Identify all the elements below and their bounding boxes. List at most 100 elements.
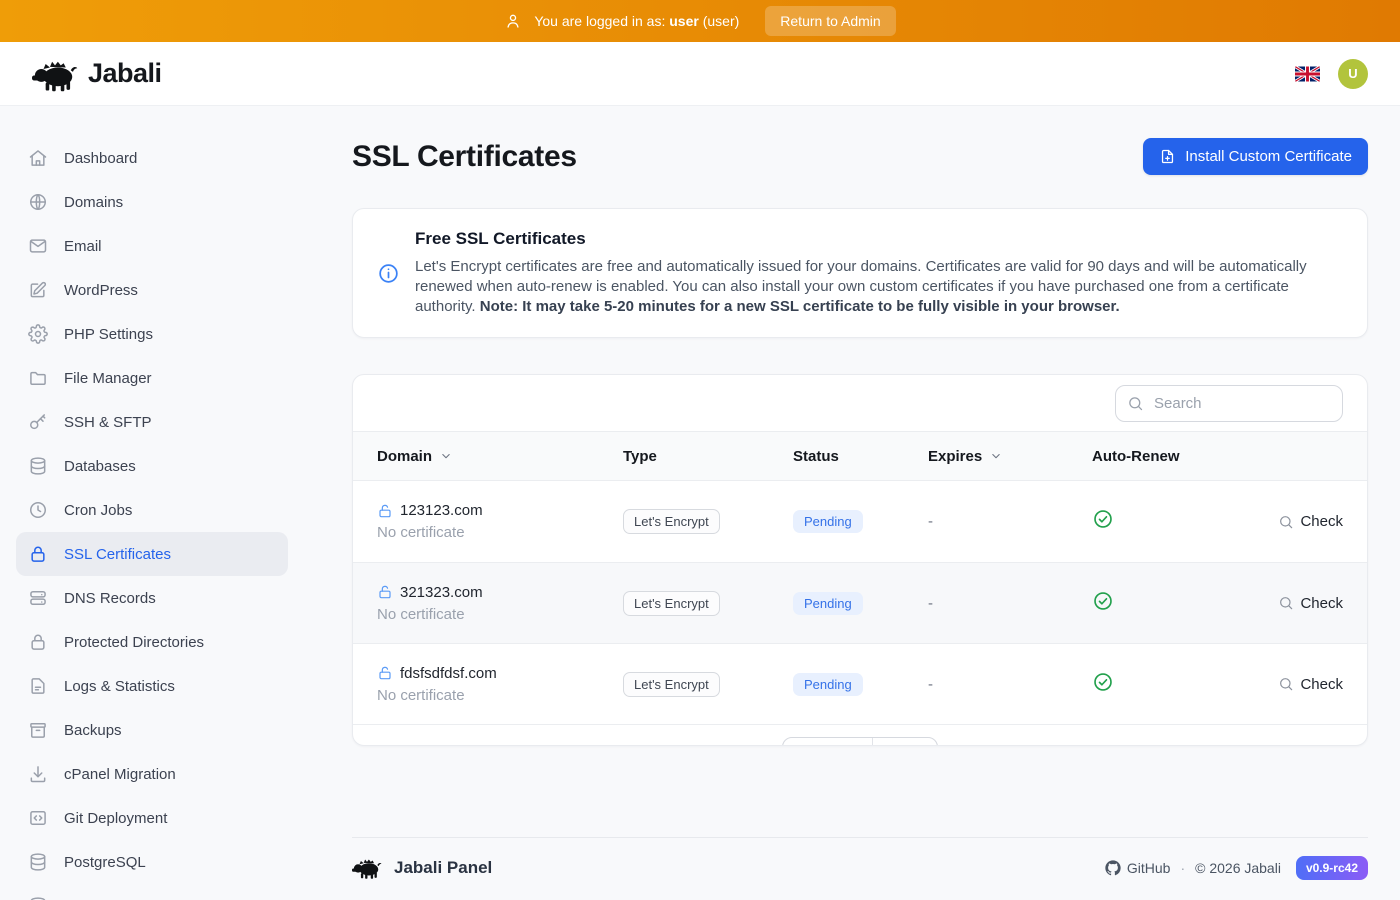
sidebar-item-label: Cron Jobs (64, 502, 132, 519)
sidebar-item-wordpress[interactable]: WordPress (16, 268, 288, 312)
domain-name[interactable]: fdsfsdfdsf.com (400, 665, 497, 682)
sidebar-item-backups[interactable]: Backups (16, 708, 288, 752)
sidebar-nav: Dashboard DomainsEmailWordPress PHP Settin… (0, 106, 320, 900)
language-flag-uk-icon[interactable] (1295, 66, 1320, 82)
check-circle-icon (1092, 590, 1114, 612)
sidebar-item-label: PostgreSQL (64, 854, 146, 871)
sidebar-item-ssl-certificates[interactable]: SSL Certificates (16, 532, 288, 576)
info-card: Free SSL Certificates Let's Encrypt cert… (352, 208, 1368, 338)
database-icon (28, 456, 48, 476)
per-page-select[interactable]: Per page 10 (782, 737, 938, 747)
sidebar-item-php-settings[interactable]: PHP Settings (16, 312, 288, 356)
github-link[interactable]: GitHub (1105, 860, 1171, 876)
edit-icon (28, 280, 48, 300)
column-label: Status (793, 448, 839, 465)
type-badge: Let's Encrypt (623, 591, 720, 616)
column-header-status: Status (793, 448, 928, 465)
database-icon (28, 852, 48, 872)
unlock-icon (377, 584, 393, 600)
page-title: SSL Certificates (352, 140, 577, 174)
github-icon (1105, 860, 1121, 876)
sidebar-item-cpanel-migration[interactable]: cPanel Migration (16, 752, 288, 796)
check-circle-icon (1092, 671, 1114, 693)
install-custom-certificate-button[interactable]: Install Custom Certificate (1143, 138, 1368, 175)
sidebar-item-label: File Manager (64, 370, 152, 387)
version-badge: v0.9-rc42 (1296, 856, 1368, 880)
search-input[interactable] (1115, 385, 1343, 422)
return-to-admin-button[interactable]: Return to Admin (765, 6, 895, 36)
info-card-title: Free SSL Certificates (415, 229, 1340, 249)
column-label: Expires (928, 448, 982, 465)
sidebar-item-label: PHP Settings (64, 326, 153, 343)
sidebar-item-file-manager[interactable]: File Manager (16, 356, 288, 400)
sidebar-item-protected-directories[interactable]: Protected Directories (16, 620, 288, 664)
type-badge: Let's Encrypt (623, 672, 720, 697)
impersonation-banner: You are logged in as: user (user) Return… (0, 0, 1400, 42)
per-page-label: Per page (783, 738, 873, 747)
sidebar-item-dns-records[interactable]: DNS Records (16, 576, 288, 620)
sidebar-item-dashboard[interactable]: Dashboard (16, 136, 288, 180)
sidebar-item-label: Backups (64, 722, 122, 739)
certificate-status-text: No certificate (377, 687, 623, 704)
domain-cell: 321323.com No certificate (377, 584, 623, 623)
unlock-icon (377, 665, 393, 681)
sidebar-item-cron-jobs[interactable]: Cron Jobs (16, 488, 288, 532)
gear-icon (28, 324, 48, 344)
column-header-expires[interactable]: Expires (928, 448, 1092, 465)
sidebar-item-ssh-sftp[interactable]: SSH & SFTP (16, 400, 288, 444)
column-header-auto-renew: Auto-Renew (1092, 448, 1253, 465)
domain-name[interactable]: 321323.com (400, 584, 483, 601)
search-icon (1127, 395, 1144, 412)
table-row: fdsfsdfdsf.com No certificateLet's Encryp… (353, 643, 1367, 724)
sidebar-item-postgresql[interactable]: PostgreSQL (16, 840, 288, 884)
sidebar-item-email[interactable]: Email (16, 224, 288, 268)
expires-value: - (928, 595, 1092, 612)
sidebar-item-logs-statistics[interactable]: Logs & Statistics (16, 664, 288, 708)
sidebar-item-label: Dashboard (64, 150, 137, 167)
column-label: Auto-Renew (1092, 448, 1180, 465)
table-body: 123123.comNo certificateLet's EncryptPen… (353, 481, 1367, 724)
status-badge: Pending (793, 510, 863, 533)
file-plus-icon (1159, 148, 1176, 165)
boar-logo-icon (352, 856, 382, 879)
user-icon (504, 12, 522, 30)
chevron-down-icon (989, 449, 1003, 463)
sidebar-item-label: Databases (64, 458, 136, 475)
certificate-status-text: No certificate (377, 606, 623, 623)
sidebar-item-label: DNS Records (64, 590, 156, 607)
folder-icon (28, 368, 48, 388)
sidebar-item-domains[interactable]: Domains (16, 180, 288, 224)
home-icon (28, 148, 48, 168)
column-header-type: Type (623, 448, 793, 465)
auto-renew-toggle[interactable] (1092, 508, 1253, 535)
boar-logo-icon (32, 56, 78, 92)
check-button[interactable]: Check (1278, 513, 1343, 530)
info-icon (377, 262, 400, 285)
check-circle-icon (1092, 508, 1114, 530)
domain-name[interactable]: 123123.com (400, 502, 483, 519)
auto-renew-toggle[interactable] (1092, 671, 1253, 698)
check-button[interactable]: Check (1278, 595, 1343, 612)
domain-cell: fdsfsdfdsf.com No certificate (377, 665, 623, 704)
banner-message: You are logged in as: user (user) (534, 13, 739, 29)
app-header: Jabali U (0, 42, 1400, 106)
table-row: 321323.comNo certificateLet's EncryptPen… (353, 562, 1367, 643)
user-avatar[interactable]: U (1338, 59, 1368, 89)
check-button[interactable]: Check (1278, 676, 1343, 693)
footer-separator: · (1180, 860, 1185, 876)
box-icon (28, 720, 48, 740)
sidebar-item-databases[interactable]: Databases (16, 444, 288, 488)
auto-renew-toggle[interactable] (1092, 590, 1253, 617)
certificates-table-card: DomainTypeStatus Expires Auto-Renew 123123… (352, 374, 1368, 746)
footer-brand-name: Jabali Panel (394, 858, 492, 878)
domain-cell: 123123.comNo certificate (377, 502, 623, 541)
sidebar-item-git-deployment[interactable]: Git Deployment (16, 796, 288, 840)
globe-icon (28, 192, 48, 212)
column-header-domain[interactable]: Domain (377, 448, 623, 465)
code-icon (28, 808, 48, 828)
info-card-body: Let's Encrypt certificates are free and … (415, 257, 1340, 317)
brand-logo[interactable]: Jabali (32, 56, 162, 92)
sidebar-item-partial[interactable] (16, 884, 288, 900)
chevron-down-icon (439, 449, 453, 463)
check-label: Check (1300, 676, 1343, 693)
